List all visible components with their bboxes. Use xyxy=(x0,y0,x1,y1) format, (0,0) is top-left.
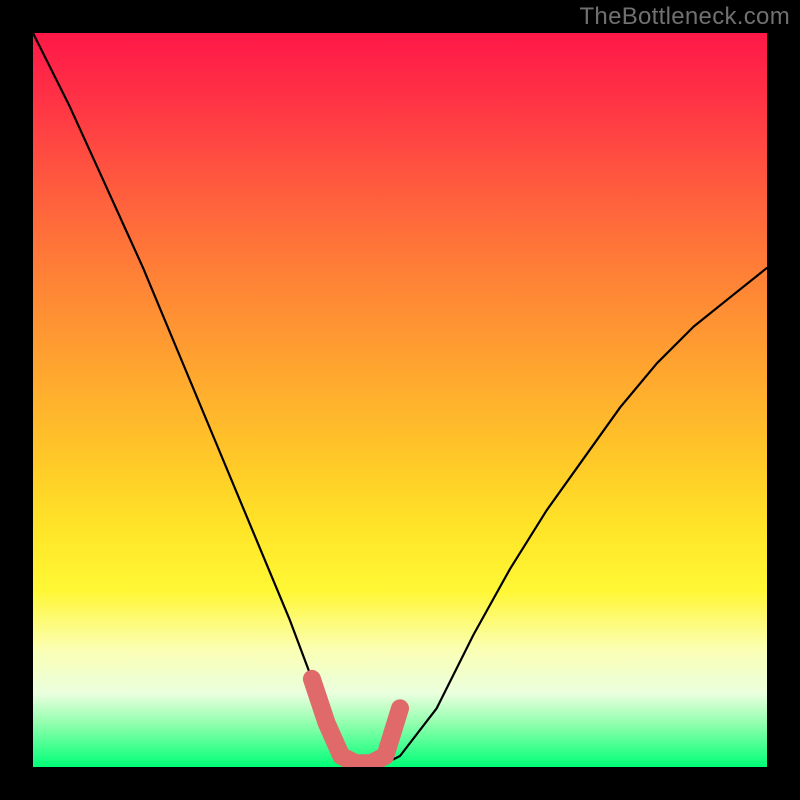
chart-frame: TheBottleneck.com xyxy=(0,0,800,800)
chart-svg xyxy=(33,33,767,767)
valley-highlight xyxy=(312,679,400,763)
watermark-text: TheBottleneck.com xyxy=(579,3,790,31)
bottleneck-curve xyxy=(33,33,767,763)
chart-plot-area xyxy=(33,33,767,767)
